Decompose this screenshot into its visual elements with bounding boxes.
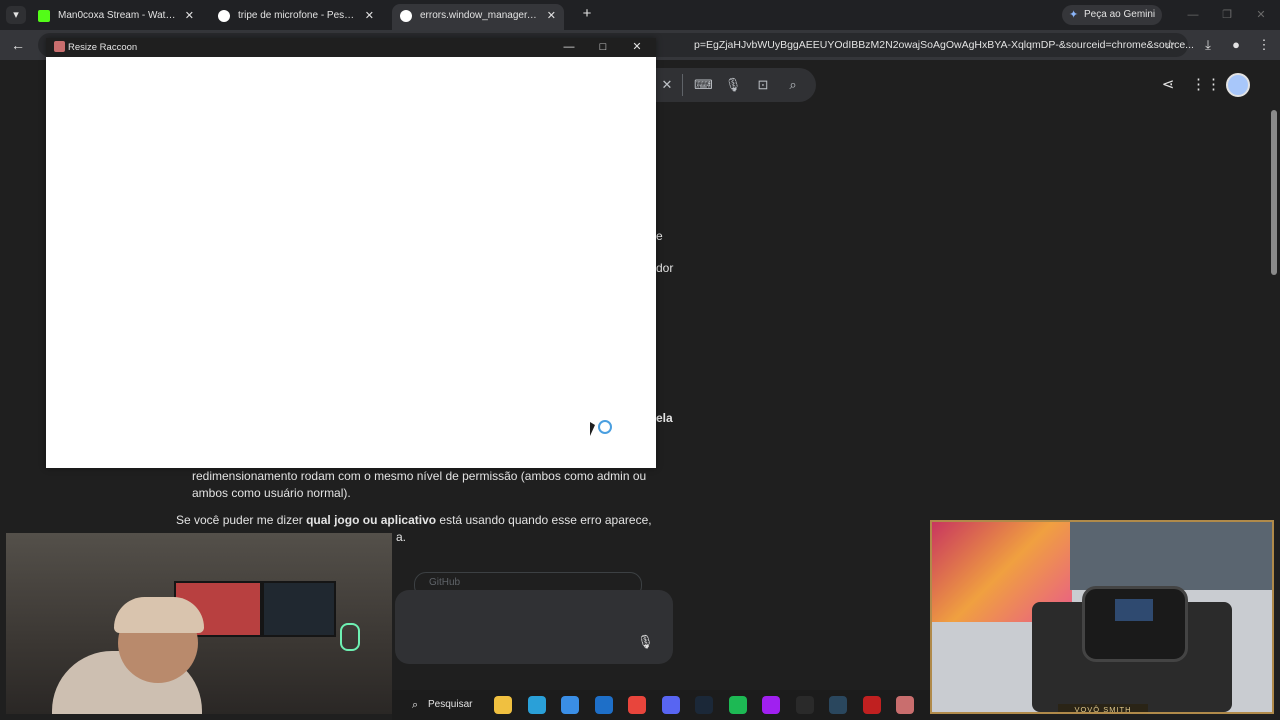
discord-icon[interactable] [661, 696, 680, 714]
close-tab-icon[interactable]: ✕ [365, 4, 374, 28]
app-icon-red[interactable] [862, 696, 881, 714]
search-icon: ⌕ [412, 699, 419, 711]
window-title: Resize Raccoon [68, 42, 138, 53]
google-favicon-icon [400, 10, 412, 22]
steering-wheel [1082, 586, 1188, 662]
file-explorer-icon[interactable] [494, 696, 512, 714]
text-segment: Se você puder me dizer [176, 513, 307, 527]
taskbar-search[interactable]: ⌕ Pesquisar [406, 695, 476, 715]
search-icon[interactable]: ⌕ [784, 76, 802, 94]
maximize-window-icon[interactable]: □ [590, 38, 616, 57]
text-segment: está usando quando esse erro aparece, [436, 513, 652, 527]
new-tab-button[interactable]: + [578, 5, 596, 23]
close-window-icon[interactable]: ✕ [624, 38, 650, 57]
webcam-monitor [262, 581, 336, 637]
outlook-icon[interactable] [594, 696, 613, 714]
tab-title: Man0coxa Stream - Watch Live [58, 10, 176, 21]
share-icon[interactable]: ⋖ [1157, 74, 1179, 96]
mouse-cursor-icon [590, 422, 595, 436]
tab-strip: ▾ Man0coxa Stream - Watch Live ✕ tripe d… [0, 0, 1280, 30]
tab-stream[interactable]: Man0coxa Stream - Watch Live ✕ [30, 4, 202, 28]
answer-paragraph-2: Se você puder me dizer qual jogo ou apli… [176, 512, 676, 529]
source-label: GitHub [429, 577, 461, 588]
minimize-window-icon[interactable]: — [556, 38, 582, 57]
back-arrow-icon[interactable]: ← [8, 35, 28, 55]
minimize-browser-icon[interactable]: — [1184, 6, 1202, 24]
lens-search-icon[interactable]: ⊡ [754, 76, 772, 94]
raccoon-app-icon [54, 41, 65, 52]
store-icon[interactable] [561, 696, 579, 714]
tab-errors-active[interactable]: errors.window_manager.access ✕ [392, 4, 564, 30]
window-titlebar[interactable]: Resize Raccoon — □ ✕ [46, 38, 656, 57]
profile-avatar-icon[interactable]: ● [1226, 35, 1246, 55]
tab-title: errors.window_manager.access [420, 10, 538, 21]
account-avatar[interactable] [1226, 73, 1250, 97]
microphone-icon[interactable]: 🎙 [637, 634, 654, 650]
kick-favicon-icon [38, 10, 50, 22]
address-url-text: p=EgZjaHJvbWUyBggAEEUYOdIBBzM2N2owajSoAg… [694, 39, 1194, 51]
follow-up-input[interactable]: 🎙 [395, 590, 673, 664]
scrollbar-thumb[interactable] [1271, 110, 1277, 275]
keyboard-icon[interactable]: ⌨ [694, 76, 713, 94]
app-icon-green[interactable] [795, 696, 814, 714]
spotify-icon[interactable] [728, 696, 747, 714]
taskbar-search-label: Pesquisar [428, 699, 473, 710]
steam-icon[interactable] [695, 696, 713, 714]
clear-search-icon[interactable]: ✕ [658, 76, 676, 94]
rig-monitor [1070, 522, 1272, 590]
resize-raccoon-window: Resize Raccoon — □ ✕ [46, 38, 656, 468]
microphone-light [340, 623, 360, 651]
close-tab-icon[interactable]: ✕ [547, 4, 556, 28]
close-browser-icon[interactable]: ✕ [1252, 6, 1270, 24]
app-icon-purple[interactable] [762, 696, 780, 714]
raccoon-app-icon[interactable] [896, 696, 914, 714]
gemini-sparkle-icon: ✦ [1069, 9, 1079, 21]
ask-gemini-button[interactable]: ✦ Peça ao Gemini [1062, 5, 1162, 25]
close-tab-icon[interactable]: ✕ [185, 4, 194, 28]
tab-search-button[interactable]: ▾ [6, 6, 26, 24]
webcam-overlay [6, 533, 392, 714]
wheel-display [1115, 599, 1153, 621]
tab-title: tripe de microfone - Pesquisa G [238, 10, 356, 21]
answer-tail: a. [396, 530, 407, 544]
answer-paragraph: redimensionamento rodam com o mesmo níve… [192, 469, 647, 500]
text-fragment: ela [656, 411, 673, 425]
google-favicon-icon [218, 10, 230, 22]
search-bar-tail: ✕ ⌨ 🎙 ⊡ ⌕ [656, 68, 816, 102]
edge-icon[interactable] [527, 696, 546, 714]
apps-grid-icon[interactable]: ⋮⋮ [1191, 74, 1221, 96]
steam-icon-2[interactable] [829, 696, 847, 714]
bold-text: qual jogo ou aplicativo [306, 513, 437, 527]
text-fragment: e [656, 229, 663, 243]
text-fragment: dor [656, 261, 674, 275]
loading-spinner-icon [598, 420, 612, 434]
bookmark-star-icon[interactable]: ☆ [1160, 35, 1180, 55]
restore-browser-icon[interactable]: ❐ [1218, 6, 1236, 24]
browser-menu-icon[interactable]: ⋮ [1254, 35, 1274, 55]
streamer-name-label: VOVÔ SMITH [1058, 704, 1148, 712]
tab-search[interactable]: tripe de microfone - Pesquisa G ✕ [210, 4, 382, 28]
taskbar: ⌕ Pesquisar [392, 690, 930, 720]
gemini-label: Peça ao Gemini [1084, 9, 1156, 20]
chrome-icon[interactable] [628, 696, 646, 714]
sim-rig-camera-overlay: VOVÔ SMITH [930, 520, 1274, 714]
voice-search-icon[interactable]: 🎙 [724, 76, 742, 94]
download-icon[interactable]: ⤓ [1198, 35, 1218, 55]
webcam-person-cap [114, 597, 204, 633]
